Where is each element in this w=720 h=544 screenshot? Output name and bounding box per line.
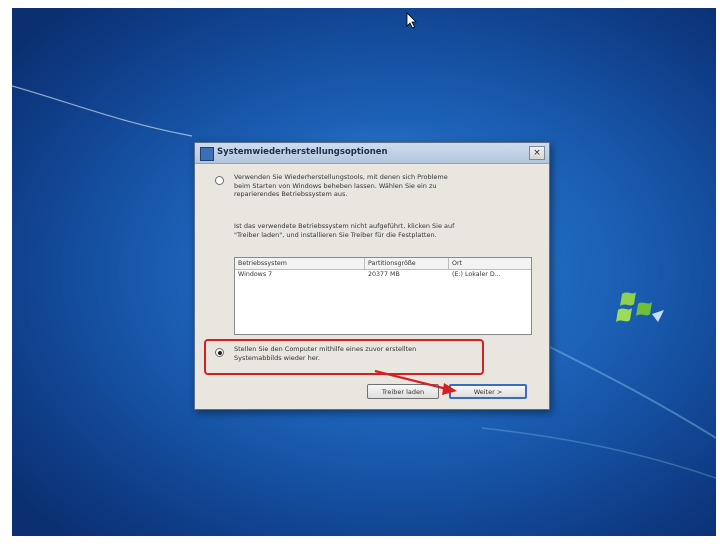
- recovery-options-dialog: Systemwiederherstellungsoptionen × Verwe…: [194, 142, 550, 410]
- windows-flag-icon: [616, 292, 664, 322]
- mouse-pointer-icon: [406, 12, 417, 29]
- annotation-arrow: [374, 369, 457, 395]
